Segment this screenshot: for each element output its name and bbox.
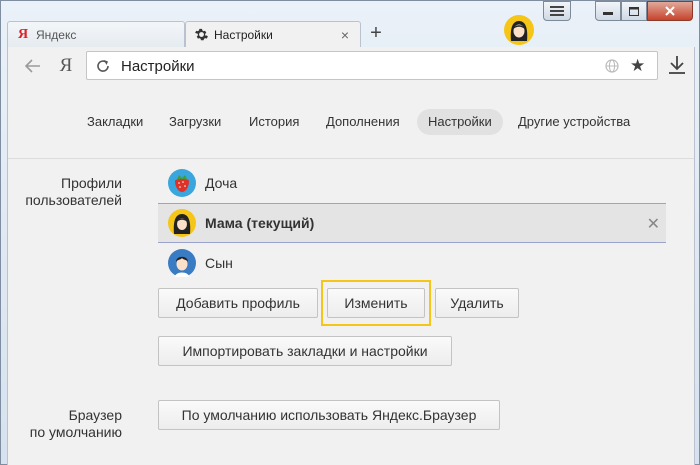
reload-icon[interactable] <box>95 58 111 74</box>
remove-profile-icon[interactable]: ✕ <box>647 214 660 234</box>
nav-settings[interactable]: Настройки <box>417 109 503 135</box>
address-text[interactable]: Настройки <box>121 58 195 75</box>
yandex-button[interactable]: Я <box>56 54 76 78</box>
close-icon <box>665 6 675 16</box>
nav-extensions[interactable]: Дополнения <box>315 109 411 135</box>
bookmark-star-icon[interactable]: ★ <box>630 56 645 76</box>
divider <box>8 158 694 159</box>
download-icon <box>669 56 685 74</box>
boy-avatar-icon <box>168 249 196 277</box>
tab-settings[interactable]: Настройки × <box>185 21 361 47</box>
maximize-button[interactable] <box>621 1 647 21</box>
settings-page: Закладки Загрузки История Дополнения Нас… <box>7 85 695 465</box>
globe-icon[interactable] <box>605 59 619 73</box>
profile-name: Доча <box>205 175 238 191</box>
settings-nav: Закладки Загрузки История Дополнения Нас… <box>8 109 694 135</box>
downloads-button[interactable] <box>668 55 688 77</box>
profile-row[interactable]: Доча <box>158 163 666 203</box>
default-browser-section-label: Браузер по умолчанию <box>29 407 122 440</box>
delete-profile-button[interactable]: Удалить <box>435 288 519 318</box>
tab-title: Яндекс <box>36 27 77 42</box>
address-bar[interactable]: Настройки ★ <box>86 51 658 80</box>
profile-row[interactable]: Сын <box>158 243 666 283</box>
edit-profile-button[interactable]: Изменить <box>327 288 425 318</box>
current-profile-avatar-icon[interactable] <box>504 15 534 45</box>
maximize-icon <box>629 6 639 16</box>
profile-list: Доча Мама (текущий) ✕ Сын <box>158 163 666 283</box>
hamburger-icon <box>550 6 564 16</box>
profile-name: Мама (текущий) <box>205 215 315 231</box>
tab-strip: Я Яндекс Настройки × + <box>7 21 695 47</box>
new-tab-button[interactable]: + <box>365 23 387 45</box>
back-button[interactable] <box>22 55 44 77</box>
minimize-icon <box>603 12 613 15</box>
close-tab-icon[interactable]: × <box>338 27 352 43</box>
nav-bookmarks[interactable]: Закладки <box>76 109 154 135</box>
tab-yandex[interactable]: Я Яндекс <box>7 21 185 47</box>
nav-history[interactable]: История <box>238 109 310 135</box>
gear-icon <box>194 28 208 42</box>
set-default-browser-button[interactable]: По умолчанию использовать Яндекс.Браузер <box>158 400 500 430</box>
profiles-section-label: Профили пользователей <box>25 175 122 208</box>
nav-other-devices[interactable]: Другие устройства <box>507 109 641 135</box>
girl-avatar-icon <box>168 209 196 237</box>
plus-icon: + <box>370 22 382 44</box>
close-window-button[interactable] <box>647 1 693 21</box>
minimize-button[interactable] <box>595 1 621 21</box>
yandex-logo-icon: Я <box>17 26 29 42</box>
strawberry-avatar-icon <box>168 169 196 197</box>
browser-toolbar: Я Настройки ★ <box>7 47 695 85</box>
add-profile-button[interactable]: Добавить профиль <box>158 288 318 318</box>
profile-name: Сын <box>205 255 233 271</box>
nav-downloads[interactable]: Загрузки <box>158 109 232 135</box>
tab-title: Настройки <box>214 27 273 42</box>
profile-row-current[interactable]: Мама (текущий) ✕ <box>158 203 666 243</box>
browser-menu-button[interactable] <box>543 1 571 21</box>
import-bookmarks-button[interactable]: Импортировать закладки и настройки <box>158 336 452 366</box>
arrow-left-icon <box>25 59 40 73</box>
browser-window: Я Яндекс Настройки × + Я Настройки ★ Зак… <box>0 0 700 465</box>
